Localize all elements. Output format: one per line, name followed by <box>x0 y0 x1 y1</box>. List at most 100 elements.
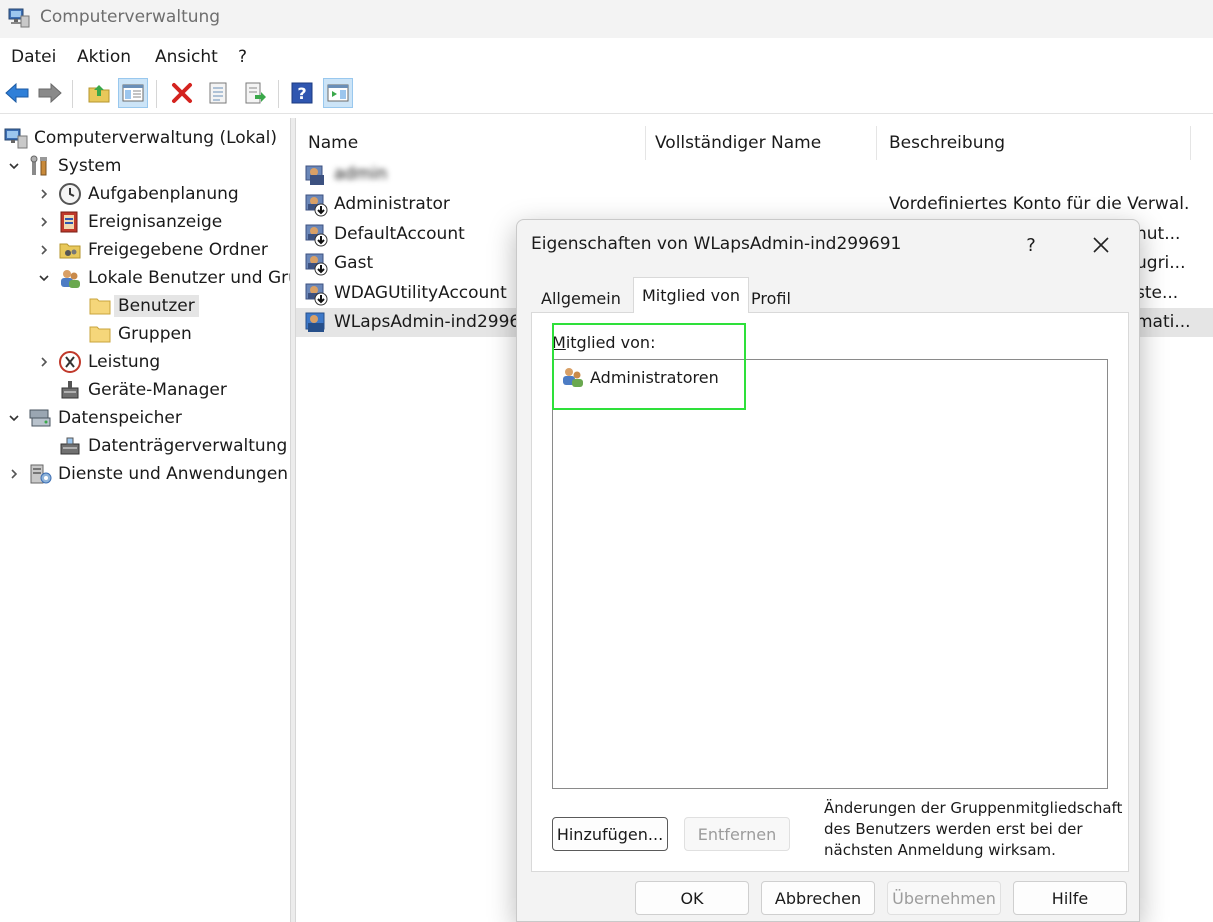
chevron-down-icon[interactable] <box>6 158 22 174</box>
tab-general[interactable]: Allgemein <box>533 283 629 313</box>
window-title: Computerverwaltung <box>40 7 221 27</box>
tree-item-device-manager[interactable]: Geräte-Manager <box>58 376 227 404</box>
tree-item-label: Leistung <box>88 352 161 372</box>
forward-arrow-icon[interactable] <box>35 78 65 108</box>
title-bar: Computerverwaltung <box>0 0 1213 38</box>
tree-item-disk-management[interactable]: Datenträgerverwaltung <box>58 432 287 460</box>
user-name: WLapsAdmin-ind29969 <box>334 312 532 332</box>
folder-icon <box>88 294 112 318</box>
shared-folder-icon <box>58 238 82 262</box>
tree-item-performance[interactable]: Leistung <box>36 348 160 376</box>
user-name: WDAGUtilityAccount <box>334 283 507 303</box>
chevron-right-icon[interactable] <box>6 466 22 482</box>
group-change-note: Änderungen der Gruppenmitgliedschaft des… <box>824 799 1123 859</box>
computer-management-icon <box>8 7 30 29</box>
dialog-title: Eigenschaften von WLapsAdmin-ind299691 <box>531 234 902 254</box>
list-row[interactable]: Administrator Vordefiniertes Konto für d… <box>296 190 1213 219</box>
tree-item-groups[interactable]: Gruppen <box>88 320 192 348</box>
delete-icon[interactable] <box>167 78 197 108</box>
menu-file[interactable]: Datei <box>11 47 56 67</box>
column-header-full-name[interactable]: Vollständiger Name <box>643 126 877 160</box>
user-description: nut... <box>1136 224 1181 244</box>
disabled-user-icon <box>304 282 328 306</box>
tree-item-label: Lokale Benutzer und Gru <box>88 268 290 288</box>
add-button[interactable]: Hinzufügen... <box>552 817 668 851</box>
tree-item-system[interactable]: System <box>6 152 121 180</box>
tree-item-label: Dienste und Anwendungen <box>58 464 289 484</box>
performance-icon <box>58 350 82 374</box>
tree-item-task-scheduler[interactable]: Aufgabenplanung <box>36 180 239 208</box>
highlight-box <box>552 323 746 410</box>
dialog-help-button[interactable]: ? <box>1013 230 1049 260</box>
tree-item-label: Datenspeicher <box>58 408 182 428</box>
event-viewer-icon <box>58 210 82 234</box>
close-icon[interactable] <box>1083 230 1119 260</box>
chevron-right-icon[interactable] <box>36 242 52 258</box>
tree-item-label: Ereignisanzeige <box>88 212 223 232</box>
tree-item-computer-management[interactable]: Computerverwaltung (Lokal) <box>4 124 277 152</box>
chevron-down-icon[interactable] <box>6 410 22 426</box>
menu-action[interactable]: Aktion <box>77 47 131 67</box>
chevron-right-icon[interactable] <box>36 186 52 202</box>
services-applications-icon <box>28 462 52 486</box>
toolbar: ? <box>0 74 1213 114</box>
column-header-name[interactable]: Name <box>296 126 646 160</box>
apply-button[interactable]: Übernehmen <box>887 881 1001 915</box>
disabled-user-icon <box>304 252 328 276</box>
tree-item-label: Datenträgerverwaltung <box>88 436 288 456</box>
user-name: Gast <box>334 253 374 273</box>
dialog-tabs: Allgemein Mitglied von Profil <box>531 277 1129 313</box>
properties-dialog: Eigenschaften von WLapsAdmin-ind299691 ?… <box>516 219 1140 922</box>
tree-item-label: Benutzer <box>114 295 199 317</box>
user-icon <box>304 311 328 335</box>
toolbar-separator <box>156 80 157 108</box>
list-header: Name Vollständiger Name Beschreibung <box>296 126 1213 160</box>
member-of-list[interactable]: Administratoren <box>552 359 1108 789</box>
back-arrow-icon[interactable] <box>2 78 32 108</box>
user-name: Administrator <box>334 194 450 214</box>
list-row[interactable]: admin <box>296 160 1213 189</box>
tree-item-event-viewer[interactable]: Ereignisanzeige <box>36 208 222 236</box>
help-icon[interactable]: ? <box>287 78 317 108</box>
menu-help[interactable]: ? <box>238 47 247 67</box>
storage-icon <box>28 406 52 430</box>
tree-item-storage[interactable]: Datenspeicher <box>6 404 182 432</box>
ok-button[interactable]: OK <box>635 881 749 915</box>
chevron-down-icon[interactable] <box>36 270 52 286</box>
user-description: ugri... <box>1136 253 1186 273</box>
chevron-right-icon[interactable] <box>36 214 52 230</box>
tree-item-services-apps[interactable]: Dienste und Anwendungen <box>6 460 288 488</box>
user-icon <box>304 163 328 187</box>
user-name: DefaultAccount <box>334 224 465 244</box>
toolbar-separator <box>72 80 73 108</box>
svg-text:?: ? <box>297 84 306 103</box>
cancel-button[interactable]: Abbrechen <box>761 881 875 915</box>
help-button[interactable]: Hilfe <box>1013 881 1127 915</box>
system-tools-icon <box>28 154 52 178</box>
column-header-description[interactable]: Beschreibung <box>877 126 1191 160</box>
show-hide-action-pane-icon[interactable] <box>323 78 353 108</box>
tree-item-users[interactable]: Benutzer <box>88 292 199 320</box>
disabled-user-icon <box>304 193 328 217</box>
disabled-user-icon <box>304 223 328 247</box>
member-of-page: Mitglied von: Administratoren Hinzufügen… <box>531 312 1129 872</box>
properties-icon[interactable] <box>203 78 233 108</box>
tree-item-label: Gruppen <box>118 324 192 344</box>
up-folder-icon[interactable] <box>84 78 114 108</box>
show-hide-tree-icon[interactable] <box>118 78 148 108</box>
remove-button[interactable]: Entfernen <box>684 817 790 851</box>
menu-bar: Datei Aktion Ansicht ? <box>0 38 1213 74</box>
menu-view[interactable]: Ansicht <box>155 47 218 67</box>
user-description: mati... <box>1136 312 1191 332</box>
disk-management-icon <box>58 434 82 458</box>
tree-item-shared-folders[interactable]: Freigegebene Ordner <box>36 236 268 264</box>
tree-item-label: System <box>58 156 122 176</box>
chevron-right-icon[interactable] <box>36 354 52 370</box>
tree-item-label: Geräte-Manager <box>88 380 227 400</box>
export-list-icon[interactable] <box>240 78 270 108</box>
device-manager-icon <box>58 378 82 402</box>
tree-item-label: Computerverwaltung (Lokal) <box>34 128 277 148</box>
tab-member-of[interactable]: Mitglied von <box>633 277 750 313</box>
tree-item-local-users-groups[interactable]: Lokale Benutzer und Gru <box>36 264 290 292</box>
tab-profile[interactable]: Profil <box>743 283 799 313</box>
